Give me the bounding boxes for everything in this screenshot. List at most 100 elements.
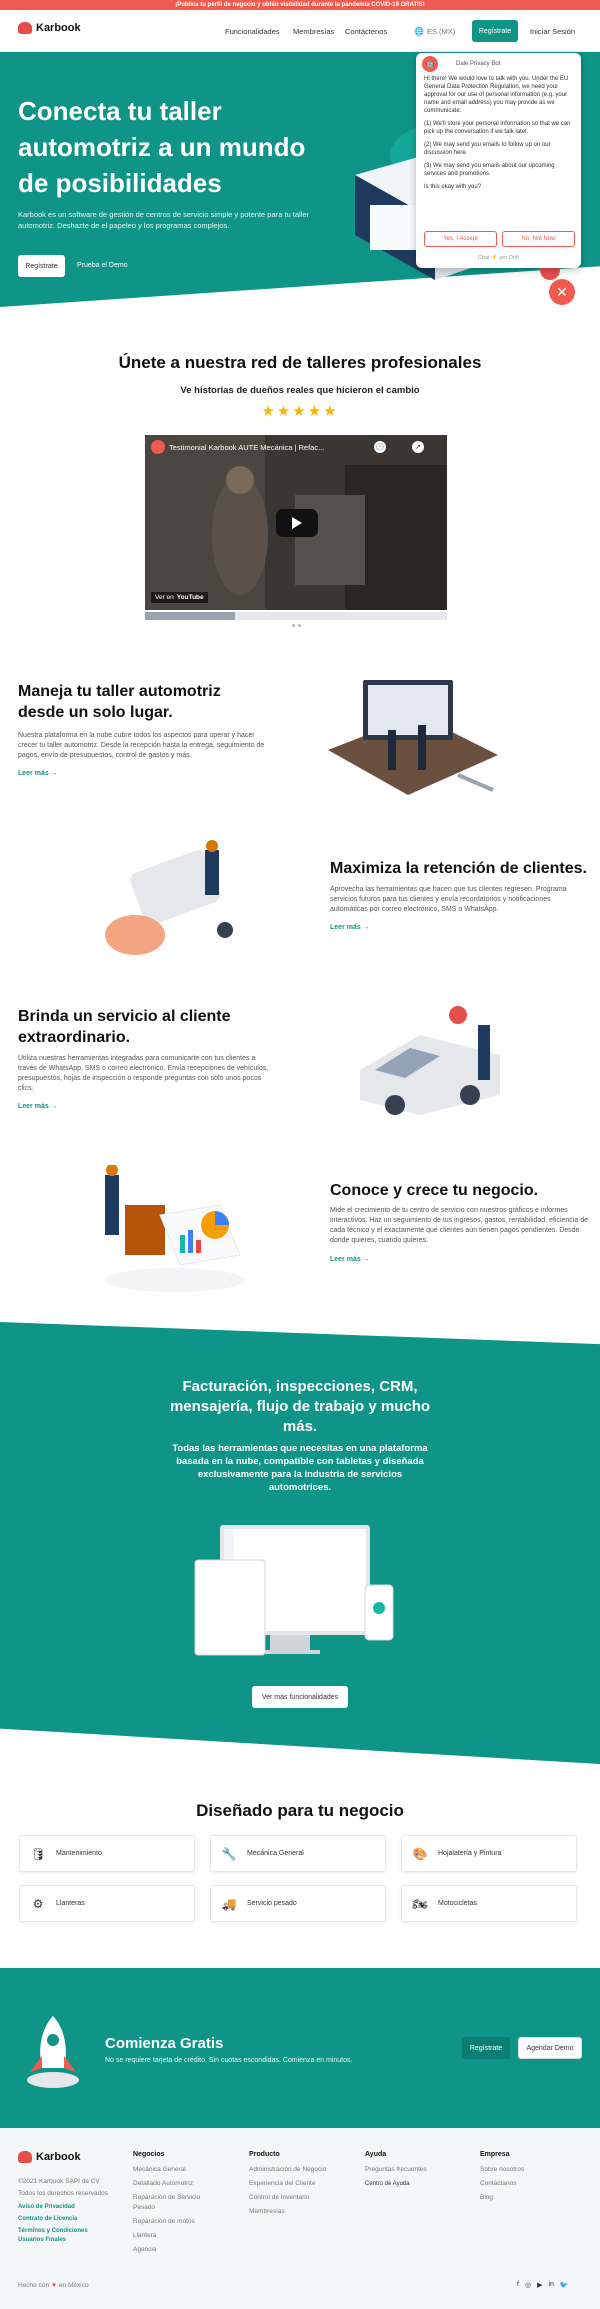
footer-link[interactable]: Blog [480,2193,580,2203]
chat-powered-by[interactable]: Chat ⚡ por Drift [416,255,581,261]
wrench-icon: 🔧 [221,1846,237,1861]
footer-column-company: Empresa Sobre nosotros Contáctanos Blog [480,2151,580,2203]
cta-signup-button[interactable]: Regístrate [462,2037,510,2059]
hero-subtitle: Karbook es un software de gestión de cen… [18,210,309,230]
testimonial-video[interactable]: Testimonial Karbook AUTE Mecánica | Refa… [145,435,447,610]
footer-license-link[interactable]: Contrato de Licencia [18,2215,77,2224]
category-card-heavy-duty[interactable]: 🚚 Servicio pesado [210,1885,386,1922]
cta-demo-button[interactable]: Agendar Demo [518,2037,582,2059]
network-subtitle: Ve historias de dueños reales que hicier… [180,385,420,396]
carousel-dots[interactable] [292,624,301,627]
share-icon[interactable]: ↗ [412,441,424,453]
heart-icon: ♥ [52,2282,56,2289]
chat-message: (3) We may send you emails about our upc… [424,163,555,177]
rating-stars: ★★★★★ [0,402,600,420]
close-icon: ✕ [556,283,568,300]
footer-logo[interactable]: Karbook [18,2151,81,2163]
footer-link[interactable]: Centro de Ayuda [365,2179,465,2189]
social-links: f ◎ ▶ in 🐦 [517,2281,569,2289]
footer-link[interactable]: Llantera [133,2231,233,2241]
video-title[interactable]: Testimonial Karbook AUTE Mecánica | Refa… [169,443,324,452]
nav-link-contact[interactable]: Contáctenos [345,27,387,36]
youtube-logo: YouTube [176,594,204,601]
feature-read-more-link[interactable]: Leer más → [18,770,58,777]
bot-name: Dale Privacy Bot [456,61,501,67]
footer-link[interactable]: Detallado Automotriz [133,2179,233,2189]
car-logo-icon [18,22,32,34]
carousel-dot[interactable] [292,624,295,627]
bot-avatar: 🤖 [422,56,438,72]
chat-decline-button[interactable]: No, Not Now [502,231,575,247]
nav-link-features[interactable]: Funcionalidades [225,27,280,36]
category-card-bodywork[interactable]: 🎨 Hojalatería y Pintura [401,1835,577,1872]
footer-column-help: Ayuda Preguntas frecuentes Centro de Ayu… [365,2151,465,2189]
play-button[interactable] [276,509,318,537]
network-title: Únete a nuestra red de talleres profesio… [118,353,482,372]
linkedin-icon[interactable]: in [548,2281,553,2289]
feature-read-more-link[interactable]: Leer más → [18,1103,58,1110]
carousel-dot[interactable] [298,624,301,627]
chat-message: Is this okay with you? [424,184,482,190]
chat-accept-button[interactable]: Yes, I Accept [424,231,497,247]
footer-rights: Todos los derechos reservados [18,2190,108,2197]
category-card-general-mechanics[interactable]: 🔧 Mecánica General [210,1835,386,1872]
chat-message: Hi there! We would love to talk with you… [424,76,569,114]
category-label: Llanteras [56,1900,85,1907]
footer-link[interactable]: Control de Inventario [249,2193,359,2203]
twitter-icon[interactable]: 🐦 [560,2281,569,2289]
feature-text: Aprovecha las herramientas que hacen que… [330,886,567,913]
brand-logo[interactable]: Karbook [18,22,81,34]
category-label: Mantenimiento [56,1850,102,1857]
category-card-maintenance[interactable]: 🛢 Mantenimiento [19,1835,195,1872]
designed-title: Diseñado para tu negocio [196,1801,404,1820]
footer-link[interactable]: Preguntas frecuentes [365,2165,465,2175]
cta-section [0,1968,600,2128]
footer-link[interactable]: Agencia [133,2245,233,2255]
more-features-button[interactable]: Ver más funcionalidades [252,1686,348,1708]
category-card-tires[interactable]: ⚙ Llanteras [19,1885,195,1922]
footer-link[interactable]: Contáctanos [480,2179,580,2189]
footer-column-title: Negocios [133,2151,165,2158]
truck-icon: 🚚 [221,1896,237,1911]
carousel-scrollbar[interactable] [145,612,447,620]
watch-later-icon[interactable]: 🕑 [374,441,386,453]
youtube-icon[interactable]: ▶ [537,2281,542,2289]
language-label: ES (MX) [426,27,456,36]
car-logo-icon [18,2151,32,2163]
footer-link[interactable]: Experiencia del Cliente [249,2179,359,2189]
footer-link[interactable]: Sobre nosotros [480,2165,580,2175]
channel-avatar [151,440,165,454]
instagram-icon[interactable]: ◎ [525,2281,531,2289]
rocket-icon [27,2016,79,2088]
footer-terms-link[interactable]: Términos y Condiciones Usuarios Finales [18,2227,88,2245]
footer-link[interactable]: Membresías [249,2207,359,2217]
footer-link[interactable]: Reparación de Servicio Pesado [133,2193,218,2213]
cta-subtitle: No se requiere tarjeta de crédito. Sin c… [105,2057,353,2064]
feature-read-more-link[interactable]: Leer más → [330,1256,370,1263]
scrollbar-thumb[interactable] [145,612,235,620]
hero-signup-button[interactable]: Regístrate [18,255,65,277]
chat-close-button[interactable]: ✕ [549,279,575,305]
brand-name: Karbook [36,22,81,34]
facebook-icon[interactable]: f [517,2281,519,2289]
footer-column-title: Empresa [480,2151,510,2158]
cta-title: Comienza Gratis [105,2035,224,2052]
chat-message: (1) We'll store your personal informatio… [424,121,571,135]
feature-text: Mide el crecimiento de tu centro de serv… [330,1207,588,1244]
footer-link[interactable]: Administración de Negocio [249,2165,359,2175]
nav-login-link[interactable]: Iniciar Sesión [530,27,575,36]
footer-copyright: ©2021 Karbook SAPI de CV [18,2178,100,2185]
footer-link[interactable]: Reparación de motos [133,2217,233,2227]
oil-can-icon: 🛢 [30,1846,46,1861]
play-icon [292,517,302,529]
covid-banner[interactable]: ¡Publica tu perfil de negocio y obtén vi… [0,0,600,10]
hero-demo-link[interactable]: Prueba el Demo [77,262,128,269]
feature-read-more-link[interactable]: Leer más → [330,924,370,931]
watch-on-youtube[interactable]: Ver en YouTube [151,592,208,603]
nav-signup-button[interactable]: Regístrate [472,20,518,42]
nav-link-memberships[interactable]: Membresías [293,27,334,36]
footer-link[interactable]: Mecánica General [133,2165,233,2175]
category-card-motorcycles[interactable]: 🏍 Motocicletas [401,1885,577,1922]
footer-privacy-link[interactable]: Aviso de Privacidad [18,2203,75,2212]
language-selector[interactable]: 🌐 ES (MX) [414,27,455,36]
